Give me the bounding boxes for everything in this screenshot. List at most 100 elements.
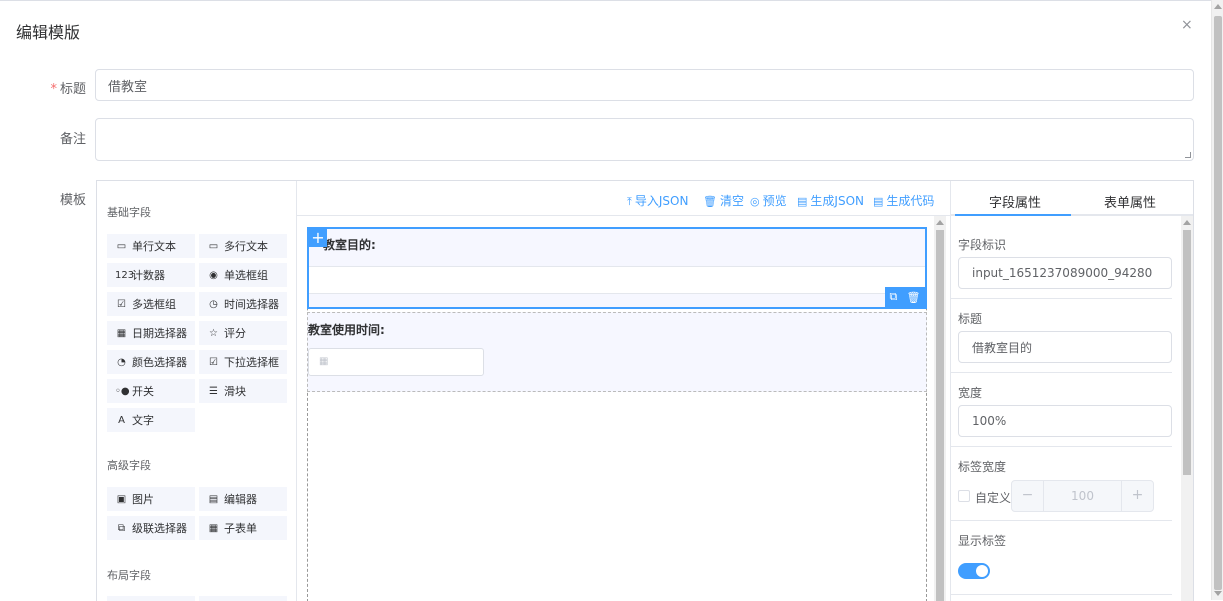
edit-template-dialog: 编辑模版 × * 标题 借教室 备注 模板 基础字段 ▭ 单行文本 ▭ 多行文本 123 计… bbox=[0, 0, 1211, 601]
item-actions: ⧉ 🗑 bbox=[885, 287, 925, 307]
custom-label-width-checkbox[interactable] bbox=[958, 490, 970, 502]
template-label: 模板 bbox=[59, 193, 86, 208]
field-preview-date: ▦ bbox=[308, 348, 484, 376]
palette-item[interactable]: ▦ 日期选择器 bbox=[107, 321, 195, 345]
switch-knob bbox=[976, 565, 988, 577]
palette-item[interactable]: ◷ 时间选择器 bbox=[199, 292, 287, 316]
field-preview-input bbox=[309, 266, 925, 294]
palette-item-label: 图片 bbox=[132, 493, 154, 506]
palette-item-label: 日期选择器 bbox=[132, 327, 187, 340]
custom-label: 自定义 bbox=[975, 491, 1012, 505]
divider bbox=[951, 298, 1172, 299]
width-label: 宽度 bbox=[958, 386, 983, 400]
copy-icon[interactable]: ⧉ bbox=[890, 290, 898, 304]
clock-icon: ◷ bbox=[209, 298, 218, 310]
palette-item[interactable]: ▭ 单行文本 bbox=[107, 234, 195, 258]
component-palette: 基础字段 ▭ 单行文本 ▭ 多行文本 123 计数器 ◉ 单选框组 ☑ 多选框组 ◷ 时间选择器 ▦ 日期… bbox=[97, 181, 297, 601]
palette-item-label: 单选框组 bbox=[224, 269, 268, 282]
drag-handle-icon[interactable]: + bbox=[309, 229, 327, 247]
stepper-minus-button[interactable]: − bbox=[1012, 481, 1044, 511]
canvas-scrollbar[interactable] bbox=[934, 216, 946, 601]
palette-item-label: 级联选择器 bbox=[132, 522, 187, 535]
calendar-icon: ▦ bbox=[319, 356, 329, 367]
palette-item-label: 多选框组 bbox=[132, 298, 176, 311]
canvas-field-item-selected[interactable]: 教室目的: + ⧉ 🗑 bbox=[307, 227, 927, 309]
palette-item[interactable] bbox=[107, 596, 195, 601]
delete-icon[interactable]: 🗑 bbox=[906, 291, 920, 304]
width-input[interactable]: 100% bbox=[958, 405, 1172, 437]
select-icon: ☑ bbox=[209, 356, 218, 368]
title-input[interactable]: 借教室 bbox=[95, 69, 1194, 101]
palette-item-label: 评分 bbox=[224, 327, 246, 340]
text-icon: A bbox=[118, 414, 125, 426]
palette-item[interactable]: ▭ 多行文本 bbox=[199, 234, 287, 258]
stepper-value: 100 bbox=[1071, 489, 1094, 503]
palette-item[interactable] bbox=[199, 596, 287, 601]
close-icon[interactable]: × bbox=[1181, 17, 1193, 33]
field-id-label: 字段标识 bbox=[958, 238, 1007, 252]
clear-button[interactable]: 🗑 清空 bbox=[703, 192, 744, 209]
generate-json-button[interactable]: ▤ 生成JSON bbox=[797, 192, 864, 209]
properties-tabs: 字段属性 表单属性 bbox=[951, 181, 1193, 216]
palette-item[interactable]: ⧉ 级联选择器 bbox=[107, 516, 195, 540]
label-width-stepper[interactable]: − 100 + bbox=[1011, 480, 1154, 512]
tab-field-properties[interactable]: 字段属性 bbox=[989, 192, 1041, 211]
radio-icon: ◉ bbox=[209, 269, 218, 281]
preview-button[interactable]: ◎ 预览 bbox=[750, 192, 787, 209]
remark-label: 备注 bbox=[59, 132, 86, 147]
counter-icon: 123 bbox=[115, 269, 135, 281]
palette-item[interactable]: 123 计数器 bbox=[107, 263, 195, 287]
palette-item[interactable]: ◉ 单选框组 bbox=[199, 263, 287, 287]
palette-item-label: 下拉选择框 bbox=[224, 356, 279, 369]
label-width-label: 标签宽度 bbox=[958, 460, 1007, 474]
generate-code-button[interactable]: ▤ 生成代码 bbox=[873, 192, 934, 209]
divider bbox=[951, 520, 1172, 521]
design-canvas-area: ⤒ 导入JSON 🗑 清空 ◎ 预览 ▤ 生成JSON ▤ 生成代码 教室目的: + ⧉ … bbox=[297, 181, 950, 601]
palette-item[interactable]: ☆ 评分 bbox=[199, 321, 287, 345]
tab-form-properties[interactable]: 表单属性 bbox=[1104, 192, 1156, 211]
show-label-switch[interactable] bbox=[958, 563, 990, 579]
resize-grip[interactable] bbox=[1185, 152, 1191, 158]
switch-icon: ◦● bbox=[115, 385, 130, 397]
stepper-plus-button[interactable]: + bbox=[1121, 481, 1153, 511]
form-designer: 基础字段 ▭ 单行文本 ▭ 多行文本 123 计数器 ◉ 单选框组 ☑ 多选框组 ◷ 时间选择器 ▦ 日期… bbox=[96, 180, 1194, 601]
cascader-icon: ⧉ bbox=[117, 522, 126, 534]
eye-icon: ◎ bbox=[750, 195, 760, 208]
palette-item[interactable]: ▦ 子表单 bbox=[199, 516, 287, 540]
field-title-label: 标题 bbox=[958, 312, 983, 326]
field-label: 教室使用时间: bbox=[308, 323, 385, 337]
divider bbox=[951, 594, 1172, 595]
palette-item[interactable]: ▣ 图片 bbox=[107, 487, 195, 511]
table-icon: ▦ bbox=[208, 522, 219, 534]
editor-icon: ▤ bbox=[208, 493, 219, 505]
palette-item[interactable]: ◦● 开关 bbox=[107, 379, 195, 403]
palette-item-label: 子表单 bbox=[224, 522, 257, 535]
dialog-title: 编辑模版 bbox=[16, 23, 81, 42]
palette-item[interactable]: ☑ 下拉选择框 bbox=[199, 350, 287, 374]
palette-item-label: 计数器 bbox=[132, 269, 165, 282]
palette-item[interactable]: ▤ 编辑器 bbox=[199, 487, 287, 511]
trash-icon: 🗑 bbox=[703, 195, 717, 208]
slider-icon: ☰ bbox=[209, 385, 218, 397]
palette-item-label: 编辑器 bbox=[224, 493, 257, 506]
page-scrollbar[interactable] bbox=[1211, 0, 1223, 600]
palette-item[interactable]: A 文字 bbox=[107, 408, 195, 432]
palette-item[interactable]: ☑ 多选框组 bbox=[107, 292, 195, 316]
properties-scrollbar[interactable] bbox=[1181, 216, 1193, 601]
basic-fields-title: 基础字段 bbox=[107, 206, 151, 219]
import-json-button[interactable]: ⤒ 导入JSON bbox=[627, 192, 688, 209]
palette-item[interactable]: ☰ 滑块 bbox=[199, 379, 287, 403]
required-mark: * bbox=[50, 82, 57, 97]
canvas-field-item[interactable]: 教室使用时间: ▦ bbox=[307, 312, 927, 392]
divider bbox=[951, 372, 1172, 373]
remark-textarea[interactable] bbox=[95, 118, 1194, 161]
title-label: * 标题 bbox=[50, 82, 86, 97]
palette-item-label: 开关 bbox=[132, 385, 154, 398]
palette-item[interactable]: ◔ 颜色选择器 bbox=[107, 350, 195, 374]
document-icon: ▤ bbox=[873, 195, 884, 208]
show-label-label: 显示标签 bbox=[958, 534, 1007, 548]
field-title-input[interactable]: 借教室目的 bbox=[958, 331, 1172, 363]
properties-panel: 字段属性 表单属性 字段标识 input_1651237089000_94280… bbox=[950, 181, 1193, 601]
palette-item-label: 滑块 bbox=[224, 385, 246, 398]
field-id-input[interactable]: input_1651237089000_94280 bbox=[958, 257, 1172, 289]
